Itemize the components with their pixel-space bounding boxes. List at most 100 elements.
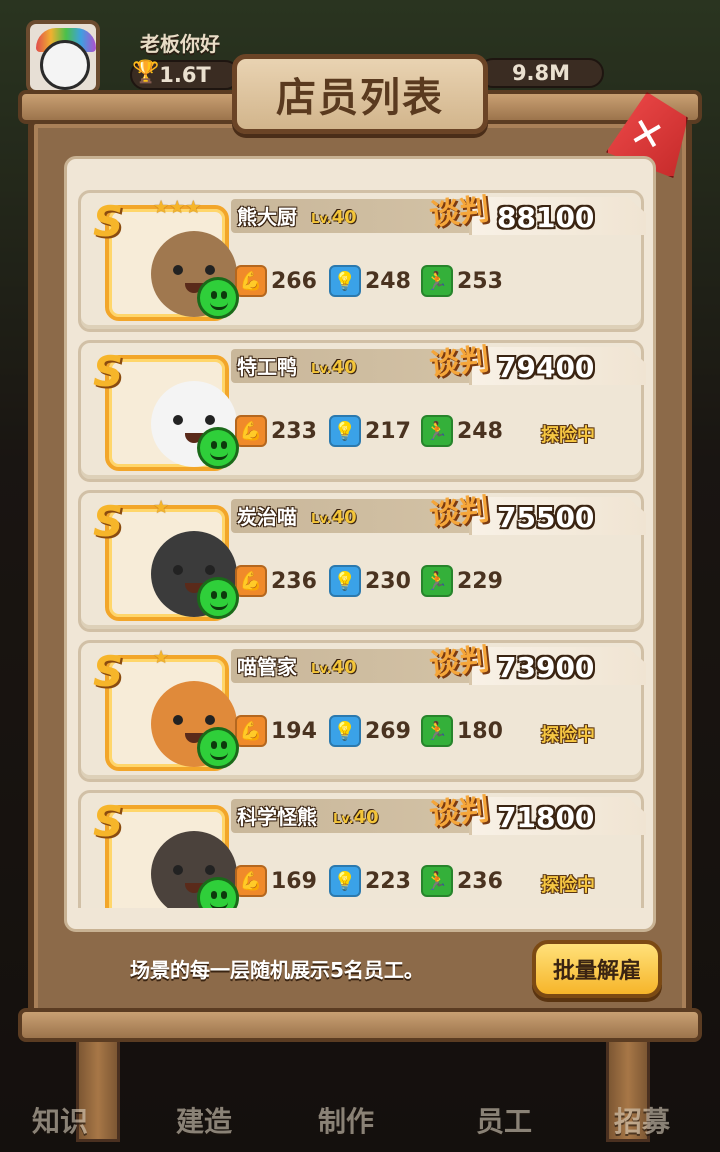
agility-stat: 🏃 253 (421, 265, 503, 297)
level-value: 40 (353, 807, 379, 828)
lightbulb-icon: 💡 (329, 415, 361, 447)
negotiate-button[interactable]: 谈判 (427, 484, 491, 534)
strength-value: 236 (271, 568, 317, 594)
lightbulb-icon: 💡 (329, 715, 361, 747)
agility-value: 236 (457, 868, 503, 894)
staff-level: Lv.40 (311, 207, 357, 228)
intellect-stat: 💡 223 (329, 865, 411, 897)
character-eye (205, 565, 215, 575)
strength-stat: 💪 233 (235, 415, 317, 447)
star-rating-icon: ★ (153, 647, 170, 668)
agility-stat: 🏃 248 (421, 415, 503, 447)
character-eye (205, 865, 215, 875)
strength-icon: 💪 (235, 265, 267, 297)
agility-value: 229 (457, 568, 503, 594)
strength-icon: 💪 (235, 565, 267, 597)
staff-card[interactable]: S 特工鸭 Lv.40 谈判 79400 💪 233 💡 217 🏃 248 探… (78, 340, 646, 482)
level-value: 40 (331, 207, 357, 228)
staff-price: 88100 (497, 201, 595, 234)
character-eye (173, 865, 183, 875)
running-icon: 🏃 (421, 265, 453, 297)
level-value: 40 (331, 507, 357, 528)
board-rail-bottom (18, 1008, 702, 1042)
intellect-stat: 💡 217 (329, 415, 411, 447)
star-rating-icon: ★ (153, 497, 170, 518)
staff-name: 科学怪熊 (237, 805, 317, 829)
intellect-stat: 💡 269 (329, 715, 411, 747)
level-value: 40 (331, 357, 357, 378)
strength-stat: 💪 266 (235, 265, 317, 297)
staff-level: Lv.40 (333, 807, 379, 828)
level-prefix: Lv. (311, 212, 332, 227)
staff-price: 71800 (497, 801, 595, 834)
dialog-title: 店员列表 (276, 75, 444, 121)
currency-counter: 9.8M (478, 58, 604, 88)
staff-card[interactable]: S ★★★ 熊大厨 Lv.40 谈判 88100 💪 266 💡 248 🏃 2… (78, 190, 646, 332)
staff-name: 熊大厨 (237, 205, 297, 229)
avatar-face (40, 40, 90, 90)
staff-name: 炭治喵 (237, 505, 297, 529)
negotiate-button[interactable]: 谈判 (427, 784, 491, 834)
currency-value: 9.8M (511, 61, 571, 85)
character-eye (173, 565, 183, 575)
staff-card[interactable]: S ★ 喵管家 Lv.40 谈判 73900 💪 194 💡 269 🏃 180… (78, 640, 646, 782)
happy-face-icon (197, 277, 239, 319)
strength-icon: 💪 (235, 715, 267, 747)
agility-value: 248 (457, 418, 503, 444)
strength-stat: 💪 169 (235, 865, 317, 897)
intellect-stat: 💡 248 (329, 265, 411, 297)
nav-knowledge[interactable]: 知识 (32, 1100, 88, 1140)
nav-build[interactable]: 建造 (176, 1100, 232, 1140)
strength-stat: 💪 236 (235, 565, 317, 597)
lightbulb-icon: 💡 (329, 265, 361, 297)
greeting-text: 老板你好 (140, 32, 220, 56)
staff-name: 特工鸭 (237, 355, 297, 379)
running-icon: 🏃 (421, 865, 453, 897)
nav-recruit[interactable]: 招募 (614, 1100, 670, 1140)
character-eye (173, 265, 183, 275)
agility-stat: 🏃 180 (421, 715, 503, 747)
nav-staff[interactable]: 员工 (476, 1100, 532, 1140)
happy-face-icon (197, 577, 239, 619)
batch-fire-button[interactable]: 批量解雇 (532, 940, 662, 998)
running-icon: 🏃 (421, 715, 453, 747)
staff-card[interactable]: S ★ 炭治喵 Lv.40 谈判 75500 💪 236 💡 230 🏃 229 (78, 490, 646, 632)
staff-card[interactable]: S 科学怪熊 Lv.40 谈判 71800 💪 169 💡 223 🏃 236 … (78, 790, 646, 908)
intellect-stat: 💡 230 (329, 565, 411, 597)
trophy-icon: 🏆 (132, 60, 160, 85)
dialog-title-plaque: 店员列表 (232, 54, 488, 134)
lightbulb-icon: 💡 (329, 565, 361, 597)
rank-badge: S (93, 797, 124, 846)
intellect-value: 217 (365, 418, 411, 444)
happy-face-icon (197, 427, 239, 469)
negotiate-button[interactable]: 谈判 (427, 634, 491, 684)
player-avatar[interactable] (26, 20, 100, 94)
strength-value: 266 (271, 268, 317, 294)
character-eye (205, 715, 215, 725)
staff-list[interactable]: S ★★★ 熊大厨 Lv.40 谈判 88100 💪 266 💡 248 🏃 2… (78, 190, 646, 908)
negotiate-button[interactable]: 谈判 (427, 190, 491, 234)
staff-level: Lv.40 (311, 357, 357, 378)
nav-craft[interactable]: 制作 (318, 1100, 374, 1140)
bottom-nav: 知识 建造 制作 员工 招募 (0, 1070, 720, 1152)
staff-price: 73900 (497, 651, 595, 684)
agility-value: 253 (457, 268, 503, 294)
staff-name: 喵管家 (237, 655, 297, 679)
rank-badge: S (93, 497, 124, 546)
running-icon: 🏃 (421, 565, 453, 597)
staff-price: 75500 (497, 501, 595, 534)
character-eye (173, 415, 183, 425)
level-prefix: Lv. (311, 662, 332, 677)
level-prefix: Lv. (333, 812, 354, 827)
strength-icon: 💪 (235, 415, 267, 447)
agility-stat: 🏃 236 (421, 865, 503, 897)
rank-badge: S (93, 347, 124, 396)
rank-badge: S (93, 197, 124, 246)
character-eye (173, 715, 183, 725)
level-prefix: Lv. (311, 512, 332, 527)
negotiate-button[interactable]: 谈判 (427, 334, 491, 384)
agility-stat: 🏃 229 (421, 565, 503, 597)
intellect-value: 269 (365, 718, 411, 744)
staff-level: Lv.40 (311, 657, 357, 678)
intellect-value: 223 (365, 868, 411, 894)
